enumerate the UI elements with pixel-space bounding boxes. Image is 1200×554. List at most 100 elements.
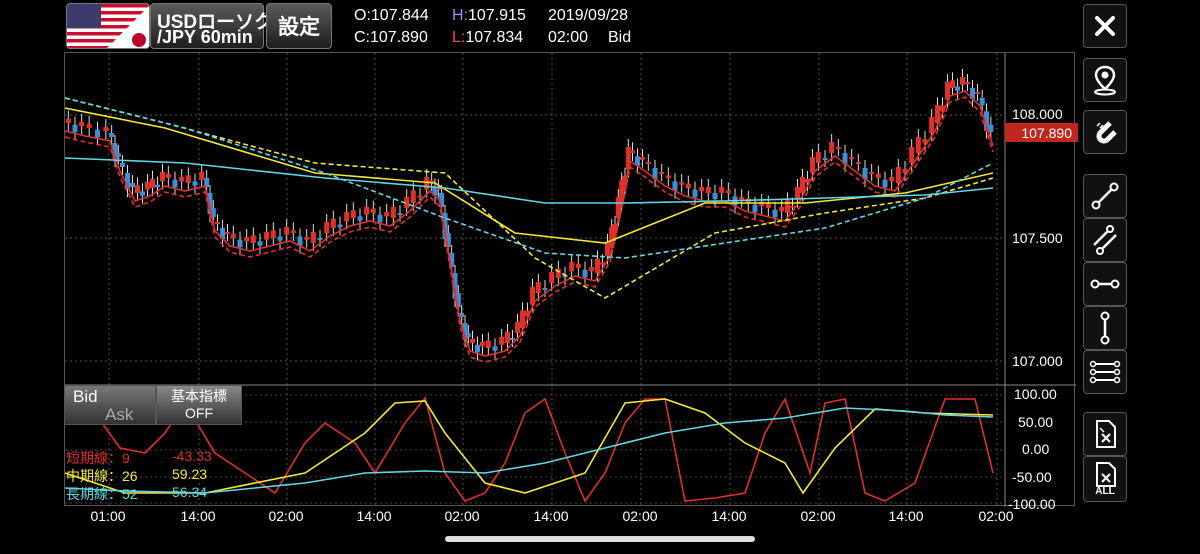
ohlc-low: L:107.834	[452, 29, 523, 47]
candle-body	[659, 172, 665, 174]
candle-body	[835, 147, 841, 149]
chart-date: 2019/09/28	[548, 7, 629, 24]
candle-body	[779, 207, 785, 212]
delete-icon	[1096, 420, 1116, 448]
candle-body	[145, 182, 150, 190]
location-button[interactable]	[1083, 58, 1127, 102]
delete-drawing-button[interactable]	[1083, 412, 1127, 456]
price-tick: 108.000	[1012, 106, 1063, 122]
time-tick: 02:00	[444, 508, 480, 524]
legend-long-label: 長期線：52	[66, 486, 138, 502]
bid-ask-toggle[interactable]: Bid Ask	[64, 385, 156, 425]
candle-body	[582, 269, 588, 278]
candle-body	[103, 127, 109, 132]
close-value: 107.890	[370, 29, 428, 46]
magnet-icon	[1096, 121, 1117, 144]
candle-body	[270, 230, 276, 238]
symbol-timeframe-button[interactable]: USDローソク /JPY 60min	[150, 3, 273, 49]
candle-body	[595, 258, 600, 273]
ohlc-open: O:107.844	[354, 7, 429, 25]
candle-body	[95, 129, 100, 138]
magnet-button[interactable]	[1083, 110, 1127, 154]
bid-label: Bid	[73, 387, 98, 406]
candle-body	[475, 344, 480, 353]
legend-mid-label: 中期線：26	[66, 468, 138, 484]
home-indicator	[445, 536, 755, 542]
candlestick-chart[interactable]	[64, 53, 1076, 507]
candle-body	[115, 153, 121, 157]
vertical-line-button[interactable]	[1083, 306, 1127, 350]
ma-short-line	[64, 90, 994, 357]
candle-body	[417, 195, 423, 198]
candle-body	[855, 162, 861, 164]
candle-body	[979, 98, 985, 106]
candle-body	[135, 185, 140, 193]
candle-body	[284, 227, 290, 235]
candle-body	[705, 187, 711, 193]
legend-long-value: 56.34	[172, 484, 208, 500]
candle-body	[712, 193, 718, 199]
trendline-icon	[1091, 182, 1119, 210]
ma-short-dashed-line	[64, 96, 994, 363]
currency-flag-button[interactable]	[66, 3, 150, 49]
osc-tick: 100.00	[1014, 386, 1057, 402]
candle-body	[640, 157, 645, 160]
price-tick: 107.500	[1012, 230, 1063, 246]
candle-body	[470, 338, 475, 343]
candle-body	[882, 179, 888, 188]
delete-all-icon	[1096, 462, 1116, 487]
candle-body	[719, 187, 725, 193]
candle-body	[950, 80, 955, 88]
horizontal-line-button[interactable]	[1083, 262, 1127, 306]
candle-body	[390, 207, 396, 218]
candle-body	[225, 232, 230, 234]
candle-body	[140, 191, 145, 196]
candle-body	[72, 124, 78, 133]
candle-body	[172, 179, 178, 188]
candle-body	[965, 82, 970, 84]
technical-indicator-button[interactable]: 基本指標 OFF	[156, 385, 242, 425]
candle-body	[370, 208, 376, 213]
delete-all-button[interactable]: ALL	[1083, 456, 1127, 502]
candle-body	[65, 118, 71, 123]
candle-body	[739, 197, 745, 200]
candle-body	[179, 177, 185, 182]
ask-label: Ask	[105, 405, 134, 424]
candle-body	[499, 337, 505, 345]
close-button[interactable]	[1083, 4, 1127, 48]
candle-body	[357, 216, 363, 221]
candle-body	[772, 209, 778, 218]
candle-body	[364, 207, 370, 215]
drawing-toolbar: ALL	[1080, 0, 1130, 554]
candle-body	[230, 233, 236, 238]
candle-body	[155, 184, 160, 188]
osc-tick: -100.00	[1008, 496, 1056, 512]
trendline-button[interactable]	[1083, 174, 1127, 218]
candle-body	[909, 147, 915, 163]
legend-mid: 中期線：26 59.23	[66, 466, 207, 486]
candle-body	[160, 172, 165, 182]
candle-body	[915, 137, 921, 153]
osc-tick: 0.00	[1022, 441, 1050, 457]
parallel-lines-button[interactable]	[1083, 218, 1127, 262]
candle-body	[549, 272, 555, 283]
candle-body	[277, 236, 283, 241]
candle-body	[685, 183, 691, 188]
candle-body	[645, 162, 651, 164]
candle-body	[699, 187, 705, 192]
candle-body	[955, 86, 960, 91]
timeframe-label: /JPY 60min	[157, 27, 253, 47]
chart-canvas[interactable]	[64, 52, 1076, 507]
candle-body	[86, 123, 92, 128]
time-tick: 14:00	[180, 508, 216, 524]
candle-body	[199, 172, 205, 180]
technical-indicator-title: 基本指標	[171, 388, 227, 404]
time-tick: 14:00	[711, 508, 747, 524]
time-tick: 02:00	[622, 508, 658, 524]
candle-body	[485, 340, 491, 348]
multi-lines-button[interactable]	[1083, 350, 1127, 394]
low-label: L:	[452, 29, 466, 46]
candle-body	[150, 178, 155, 188]
candle-body	[465, 333, 471, 337]
settings-button[interactable]: 設定	[266, 3, 332, 49]
